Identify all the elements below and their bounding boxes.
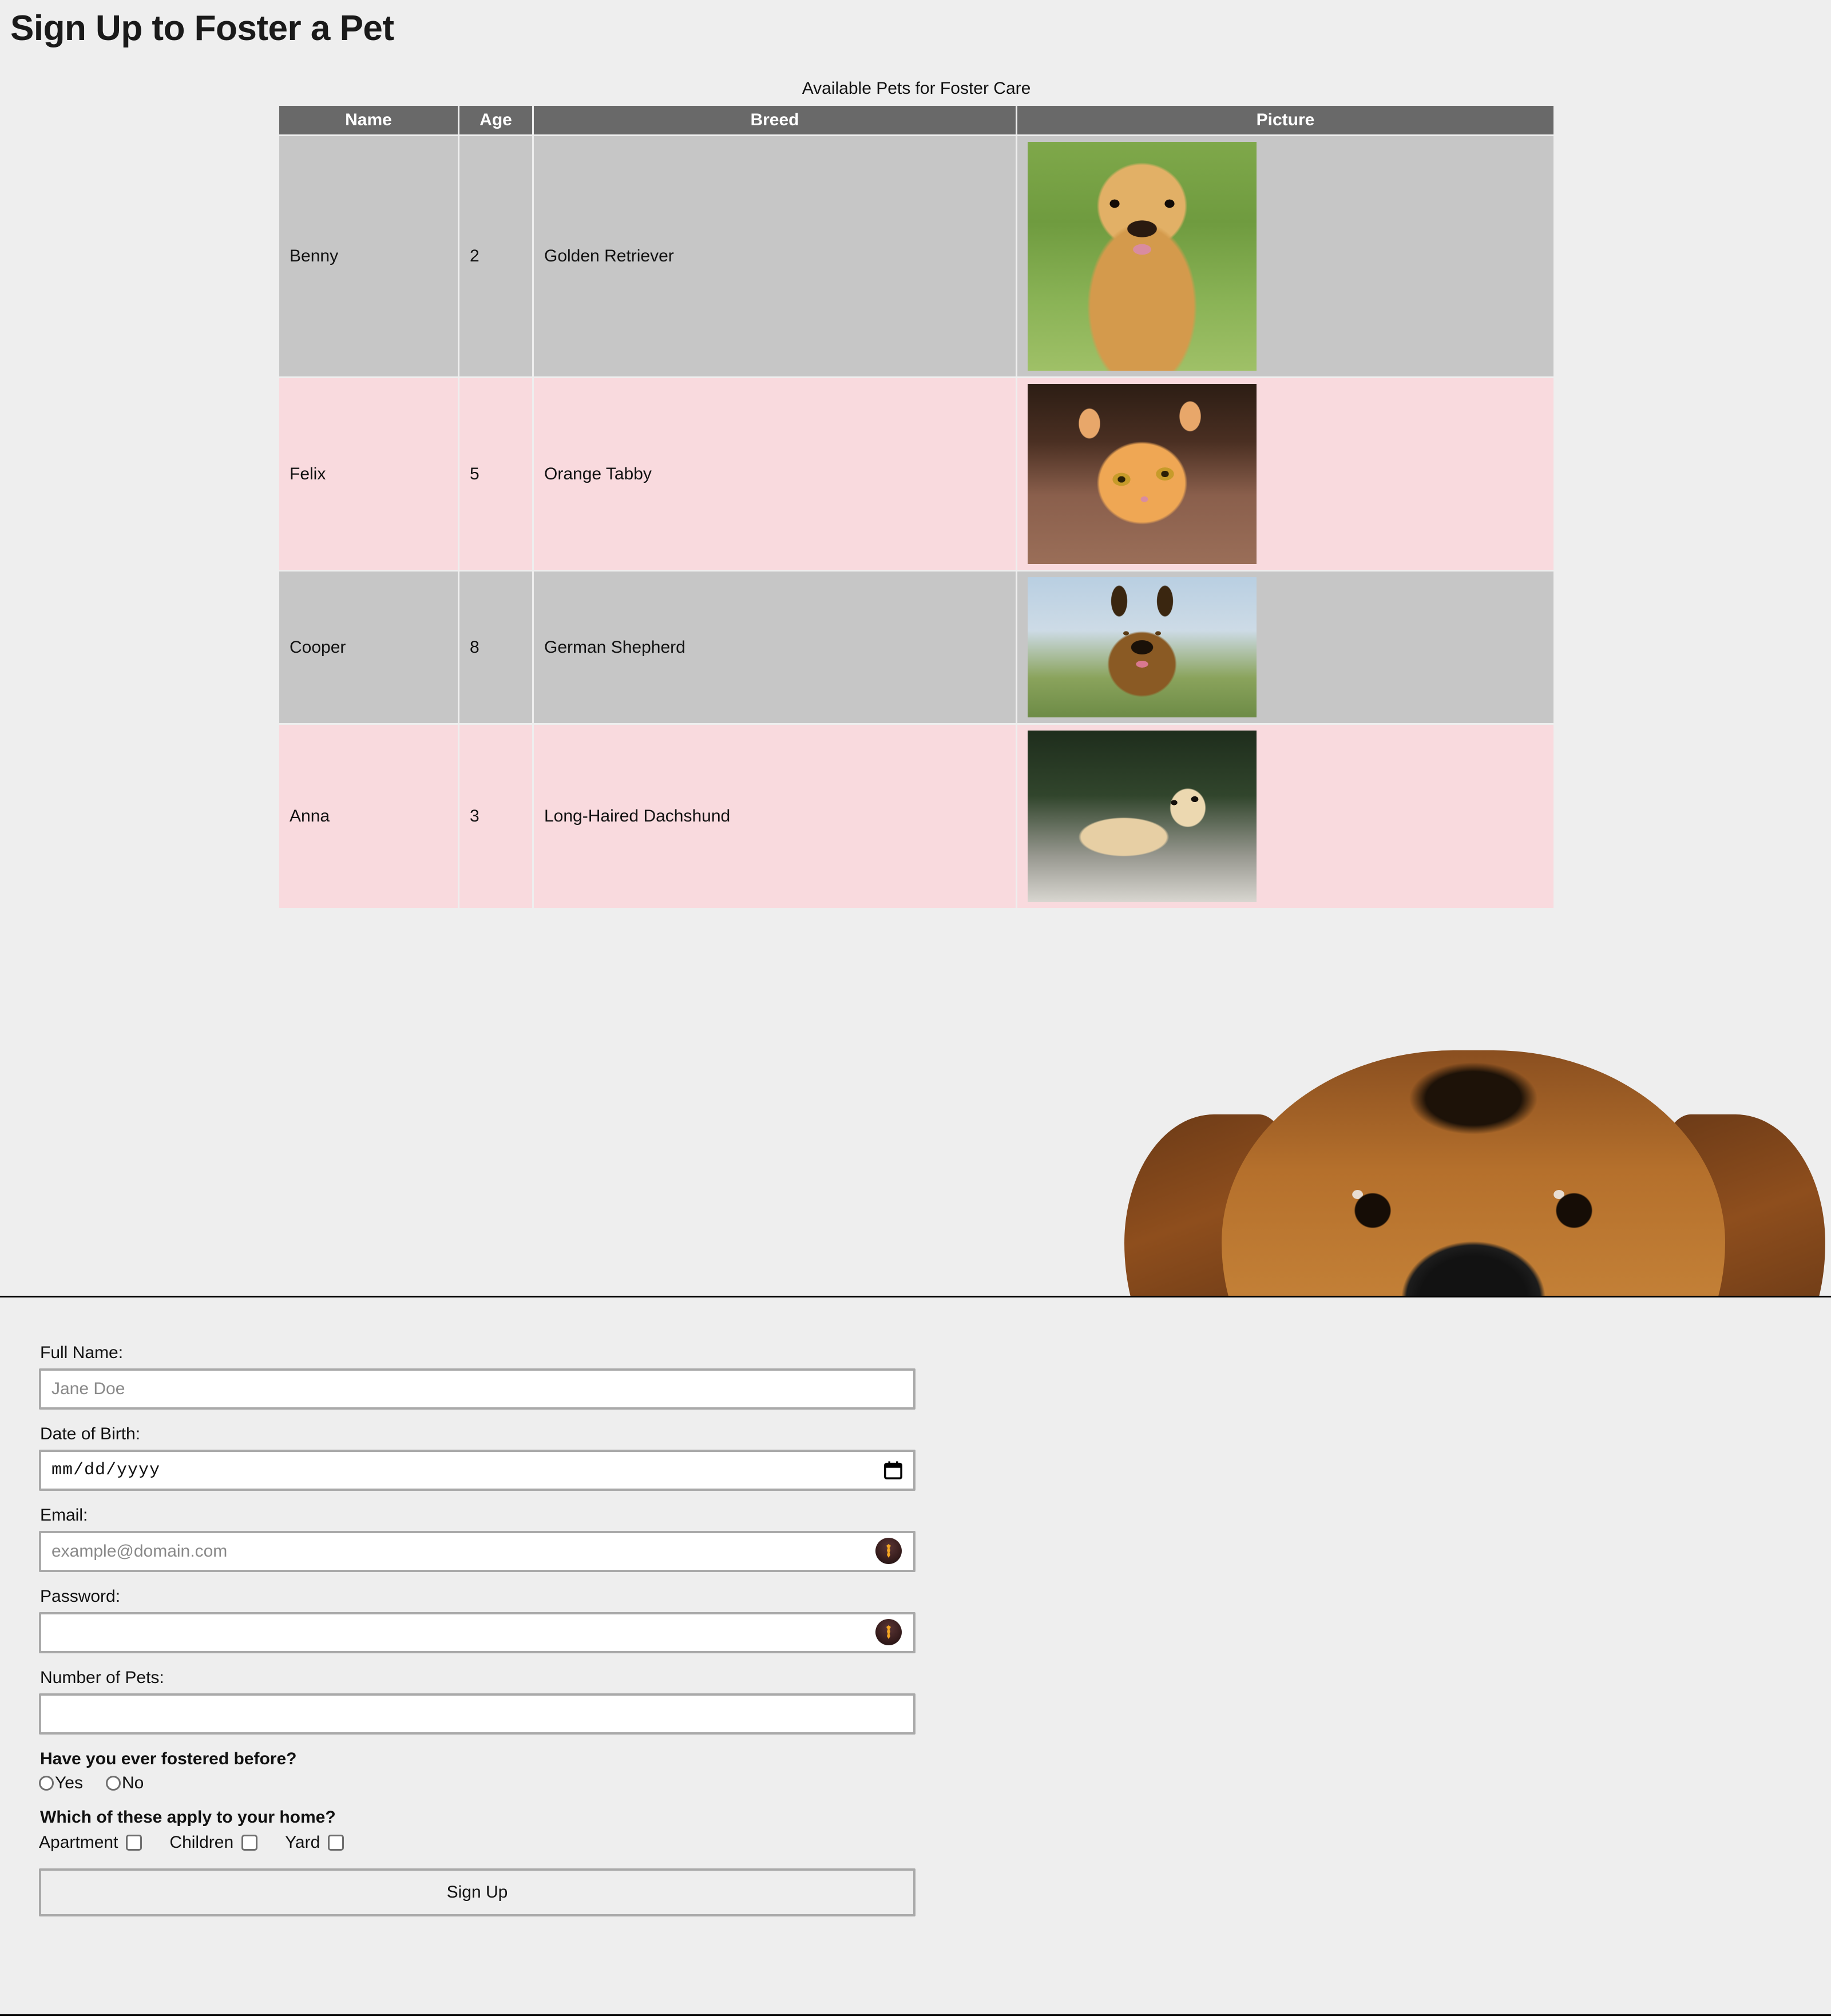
full-name-label: Full Name: xyxy=(40,1343,124,1362)
checkbox-option-apartment[interactable]: Apartment xyxy=(39,1833,150,1852)
checkbox-square-icon[interactable] xyxy=(328,1835,344,1851)
sign-up-button[interactable]: Sign Up xyxy=(39,1868,915,1916)
table-row: Anna 3 Long-Haired Dachshund xyxy=(278,723,1555,910)
golden-retriever-photo xyxy=(1028,142,1257,371)
checkbox-label-apartment: Apartment xyxy=(39,1833,118,1852)
full-name-input[interactable] xyxy=(39,1368,915,1410)
key-autofill-icon[interactable] xyxy=(875,1538,902,1564)
checkbox-label-yard: Yard xyxy=(285,1833,320,1852)
cell-pet-picture xyxy=(1016,134,1555,378)
table-header-row: Name Age Breed Picture xyxy=(278,104,1555,136)
cell-pet-age: 5 xyxy=(458,376,534,572)
number-of-pets-label: Number of Pets: xyxy=(40,1668,164,1687)
fostered-before-radio-group: Yes No xyxy=(39,1775,973,1792)
date-of-birth-label: Date of Birth: xyxy=(40,1424,141,1443)
cell-pet-age: 3 xyxy=(458,723,534,910)
cell-pet-age: 8 xyxy=(458,570,534,725)
cell-pet-name: Anna xyxy=(278,723,459,910)
page-title: Sign Up to Foster a Pet xyxy=(10,9,394,48)
radio-circle-icon[interactable] xyxy=(105,1776,121,1791)
dog-head xyxy=(1222,1050,1725,1297)
dog-nose xyxy=(1388,1235,1559,1297)
pets-table-container: Available Pets for Foster Care Name Age … xyxy=(278,79,1555,910)
radio-label-no: No xyxy=(121,1773,144,1792)
dog-right-ear xyxy=(1654,1114,1825,1297)
password-input[interactable] xyxy=(39,1612,915,1653)
table-caption: Available Pets for Foster Care xyxy=(802,79,1031,98)
table-row: Felix 5 Orange Tabby xyxy=(278,376,1555,572)
radio-option-yes[interactable]: Yes xyxy=(39,1775,83,1792)
checkbox-option-children[interactable]: Children xyxy=(169,1833,265,1852)
cell-pet-picture xyxy=(1016,376,1555,572)
date-placeholder-text: mm/dd/yyyy xyxy=(51,1461,161,1480)
cell-pet-breed: Orange Tabby xyxy=(532,376,1017,572)
cell-pet-name: Cooper xyxy=(278,570,459,725)
checkbox-square-icon[interactable] xyxy=(126,1835,142,1851)
dog-left-ear xyxy=(1124,1114,1296,1297)
foster-signup-form-panel: Full Name: Date of Birth: mm/dd/yyyy Ema… xyxy=(0,1296,1831,2016)
cell-pet-breed: Long-Haired Dachshund xyxy=(532,723,1017,910)
fostered-before-question: Have you ever fostered before? xyxy=(40,1749,297,1768)
long-haired-dachshund-photo xyxy=(1028,731,1257,902)
dachshund-face-peeking-photo xyxy=(1119,1006,1831,1297)
email-label: Email: xyxy=(40,1506,88,1525)
cell-pet-name: Felix xyxy=(278,376,459,572)
german-shepherd-photo xyxy=(1028,577,1257,717)
cell-pet-picture xyxy=(1016,570,1555,725)
cell-pet-age: 2 xyxy=(458,134,534,378)
checkbox-label-children: Children xyxy=(169,1833,234,1852)
home-features-checkbox-group: Apartment Children Yard xyxy=(39,1833,973,1852)
radio-option-no[interactable]: No xyxy=(105,1773,144,1792)
column-header-breed: Breed xyxy=(532,104,1017,136)
calendar-icon[interactable] xyxy=(883,1461,903,1480)
home-features-question: Which of these apply to your home? xyxy=(40,1808,336,1827)
radio-label-yes: Yes xyxy=(55,1773,83,1792)
orange-tabby-kitten-photo xyxy=(1028,384,1257,564)
foster-signup-form: Full Name: Date of Birth: mm/dd/yyyy Ema… xyxy=(0,1297,973,1916)
email-field-row xyxy=(39,1531,915,1572)
column-header-name: Name xyxy=(278,104,459,136)
password-label: Password: xyxy=(40,1587,121,1606)
column-header-age: Age xyxy=(458,104,534,136)
column-header-picture: Picture xyxy=(1016,104,1555,136)
cell-pet-breed: Golden Retriever xyxy=(532,134,1017,378)
cell-pet-picture xyxy=(1016,723,1555,910)
available-pets-table: Available Pets for Foster Care Name Age … xyxy=(278,79,1555,910)
checkbox-option-yard[interactable]: Yard xyxy=(285,1833,352,1852)
key-autofill-icon[interactable] xyxy=(875,1619,902,1645)
checkbox-square-icon[interactable] xyxy=(241,1835,258,1851)
table-row: Cooper 8 German Shepherd xyxy=(278,570,1555,725)
cell-pet-breed: German Shepherd xyxy=(532,570,1017,725)
number-of-pets-input[interactable] xyxy=(39,1693,915,1735)
email-input[interactable] xyxy=(39,1531,915,1572)
date-of-birth-input[interactable]: mm/dd/yyyy xyxy=(39,1450,915,1491)
radio-circle-icon[interactable] xyxy=(39,1776,54,1791)
table-row: Benny 2 Golden Retriever xyxy=(278,134,1555,378)
cell-pet-name: Benny xyxy=(278,134,459,378)
password-field-row xyxy=(39,1612,915,1653)
